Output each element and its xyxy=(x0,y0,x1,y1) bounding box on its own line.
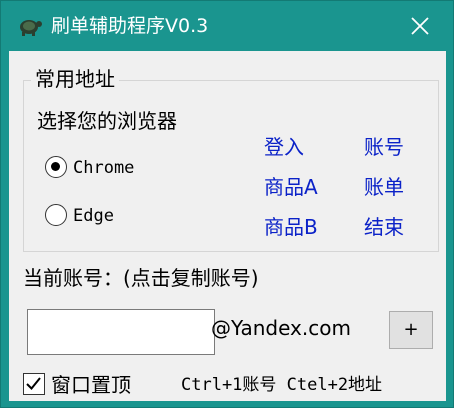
link-product-a[interactable]: 商品A xyxy=(264,173,318,201)
radio-selected-dot-icon xyxy=(51,162,60,171)
title-bar[interactable]: 刷单辅助程序V0.3 xyxy=(1,1,453,51)
topmost-checkbox[interactable]: 窗口置顶 xyxy=(23,371,153,399)
radio-edge-label: Edge xyxy=(73,206,114,226)
client-area: 常用地址 选择您的浏览器 Chrome Edge 登入 账号 商品A 账单 商品… xyxy=(9,51,446,401)
shortcut-hint: Ctrl+1账号 Ctel+2地址 xyxy=(181,375,383,395)
topmost-label: 窗口置顶 xyxy=(51,373,131,397)
radio-edge[interactable]: Edge xyxy=(45,203,145,229)
current-account-label[interactable]: 当前账号：(点击复制账号) xyxy=(23,264,259,292)
turtle-app-icon xyxy=(20,20,42,36)
close-button[interactable] xyxy=(397,5,443,47)
add-button[interactable]: + xyxy=(389,311,433,349)
browser-prompt: 选择您的浏览器 xyxy=(37,109,177,133)
account-input[interactable] xyxy=(27,309,215,355)
close-icon xyxy=(411,17,429,35)
checkbox-box-icon xyxy=(23,373,45,395)
radio-circle-icon xyxy=(45,156,67,178)
radio-chrome[interactable]: Chrome xyxy=(45,155,165,181)
group-title: 常用地址 xyxy=(31,65,119,93)
link-product-b[interactable]: 商品B xyxy=(264,213,318,241)
email-domain-label: @Yandex.com xyxy=(211,316,351,340)
link-login[interactable]: 登入 xyxy=(264,133,304,161)
checkmark-icon xyxy=(26,377,41,390)
link-end[interactable]: 结束 xyxy=(364,213,404,241)
link-bill[interactable]: 账单 xyxy=(364,173,404,201)
radio-chrome-label: Chrome xyxy=(73,158,135,178)
window-title: 刷单辅助程序V0.3 xyxy=(51,15,209,37)
app-window: 刷单辅助程序V0.3 常用地址 选择您的浏览器 Chrome Edge 登入 账… xyxy=(0,0,454,408)
link-account[interactable]: 账号 xyxy=(364,133,404,161)
radio-circle-icon xyxy=(45,204,67,226)
